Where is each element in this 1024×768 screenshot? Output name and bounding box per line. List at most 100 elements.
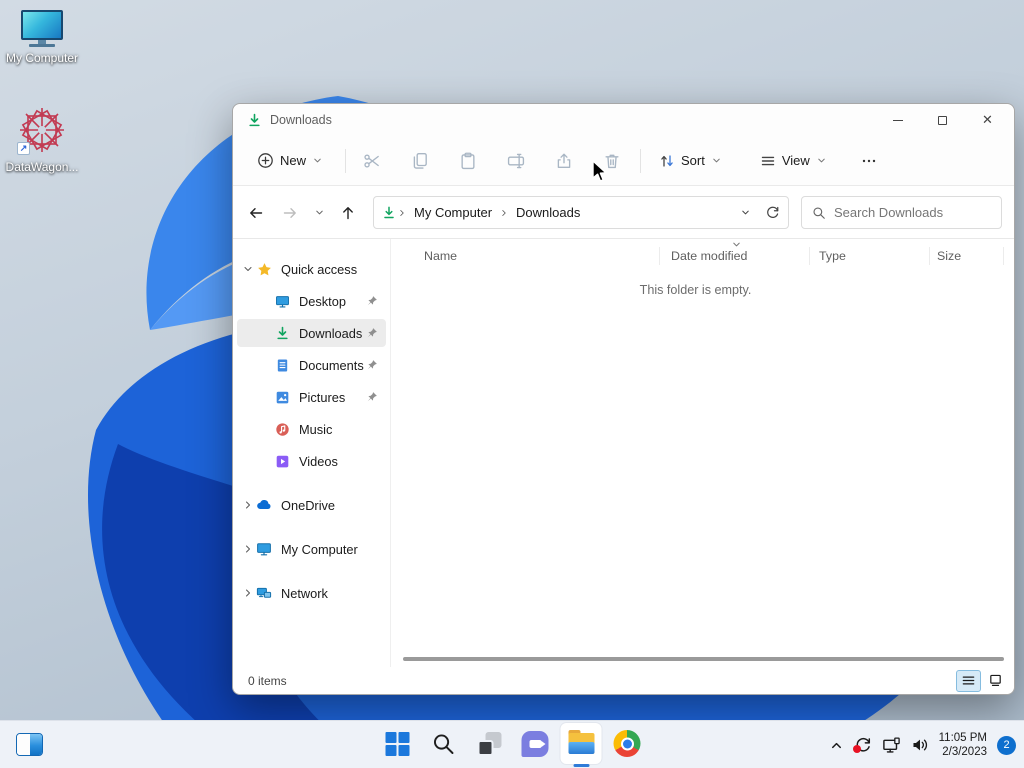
maximize-button[interactable] bbox=[920, 104, 965, 136]
taskbar: 11:05 PM 2/3/2023 2 bbox=[0, 720, 1024, 768]
rename-button[interactable] bbox=[496, 144, 536, 178]
pictures-icon bbox=[273, 390, 291, 405]
empty-folder-message: This folder is empty. bbox=[639, 283, 752, 297]
breadcrumb-my-computer[interactable]: My Computer bbox=[408, 205, 498, 220]
view-lines-icon bbox=[760, 153, 776, 169]
sidebar-item-quick-access[interactable]: Quick access bbox=[237, 255, 386, 283]
network-tray-icon[interactable] bbox=[882, 736, 901, 755]
file-explorer-button[interactable] bbox=[560, 723, 602, 767]
chat-button[interactable] bbox=[515, 723, 556, 764]
column-divider[interactable] bbox=[809, 247, 810, 265]
task-view-button[interactable] bbox=[469, 723, 510, 764]
notification-dot bbox=[852, 745, 861, 753]
document-icon bbox=[273, 358, 291, 373]
minimize-button[interactable] bbox=[875, 104, 920, 136]
search-box[interactable] bbox=[801, 196, 1002, 229]
update-sync-tray-icon[interactable] bbox=[852, 736, 872, 754]
chevron-right-icon bbox=[241, 499, 255, 511]
ellipsis-icon bbox=[861, 153, 877, 169]
task-view-icon bbox=[477, 731, 501, 756]
column-divider[interactable] bbox=[659, 247, 660, 265]
details-view-icon bbox=[961, 673, 976, 688]
sidebar-item-my-computer[interactable]: My Computer bbox=[237, 535, 386, 563]
navigation-pane: Quick access Desktop Downloads Documents bbox=[233, 239, 391, 667]
column-header-size[interactable]: Size bbox=[937, 249, 961, 263]
close-button[interactable]: ✕ bbox=[965, 104, 1010, 136]
command-bar: New Sort View bbox=[233, 136, 1014, 186]
sort-button-label: Sort bbox=[681, 153, 705, 168]
title-bar[interactable]: Downloads ✕ bbox=[233, 104, 1014, 136]
sidebar-item-videos[interactable]: Videos bbox=[237, 447, 386, 475]
chrome-button[interactable] bbox=[607, 723, 648, 764]
file-list-area[interactable]: Name Date modified Type Size This folder… bbox=[391, 239, 1014, 667]
desktop-icon-label: My Computer bbox=[5, 51, 79, 65]
refresh-icon[interactable] bbox=[765, 205, 780, 220]
sidebar-item-desktop[interactable]: Desktop bbox=[237, 287, 386, 315]
see-more-button[interactable] bbox=[851, 153, 887, 169]
address-dropdown-icon[interactable] bbox=[740, 207, 751, 218]
new-button[interactable]: New bbox=[247, 146, 333, 175]
address-bar[interactable]: My Computer Downloads bbox=[373, 196, 789, 229]
search-icon bbox=[812, 206, 826, 220]
navigation-bar: My Computer Downloads bbox=[233, 187, 1014, 239]
breadcrumb-downloads[interactable]: Downloads bbox=[510, 205, 586, 220]
sidebar-item-onedrive[interactable]: OneDrive bbox=[237, 491, 386, 519]
sidebar-item-network[interactable]: Network bbox=[237, 579, 386, 607]
chat-camera-icon bbox=[521, 730, 549, 757]
folder-icon bbox=[568, 730, 594, 754]
paste-icon bbox=[459, 152, 477, 170]
volume-tray-icon[interactable] bbox=[911, 736, 929, 754]
large-icons-view-button[interactable] bbox=[983, 670, 1008, 692]
paste-button[interactable] bbox=[448, 144, 488, 178]
details-view-button[interactable] bbox=[956, 669, 981, 692]
pin-icon bbox=[366, 295, 380, 307]
view-button-label: View bbox=[781, 153, 810, 168]
horizontal-scrollbar[interactable] bbox=[403, 657, 1004, 661]
desktop-icon-my-computer[interactable]: My Computer bbox=[4, 10, 80, 65]
download-icon bbox=[273, 326, 291, 341]
column-divider[interactable] bbox=[1003, 247, 1004, 265]
column-header-name[interactable]: Name bbox=[424, 249, 457, 263]
chrome-icon bbox=[613, 730, 641, 757]
column-headers: Name Date modified Type Size bbox=[391, 243, 1014, 269]
column-header-type[interactable]: Type bbox=[819, 249, 846, 263]
music-icon bbox=[273, 422, 291, 437]
windows-logo-icon bbox=[385, 731, 409, 756]
breadcrumb-chevron-icon bbox=[397, 208, 407, 218]
large-icons-view-icon bbox=[988, 673, 1003, 688]
up-button[interactable] bbox=[331, 197, 365, 229]
copy-icon bbox=[411, 152, 429, 170]
my-computer-icon bbox=[4, 10, 80, 47]
network-icon bbox=[255, 585, 273, 601]
share-button[interactable] bbox=[544, 144, 584, 178]
onedrive-cloud-icon bbox=[255, 497, 273, 513]
sidebar-item-pictures[interactable]: Pictures bbox=[237, 383, 386, 411]
desktop-icon bbox=[273, 294, 291, 309]
chevron-down-icon bbox=[816, 155, 827, 166]
column-header-date-modified[interactable]: Date modified bbox=[671, 249, 747, 263]
file-explorer-window: Downloads ✕ New Sort View My Computer Do… bbox=[232, 103, 1015, 695]
chevron-down-icon bbox=[241, 263, 255, 275]
clock[interactable]: 11:05 PM 2/3/2023 bbox=[939, 731, 987, 759]
widgets-button[interactable] bbox=[16, 733, 43, 756]
taskbar-search-button[interactable] bbox=[423, 723, 464, 764]
show-hidden-icons-button[interactable] bbox=[829, 738, 844, 753]
close-icon: ✕ bbox=[982, 112, 993, 127]
copy-button[interactable] bbox=[400, 144, 440, 178]
minimize-icon bbox=[892, 119, 903, 121]
search-input[interactable] bbox=[834, 205, 991, 220]
notification-count-badge[interactable]: 2 bbox=[997, 735, 1016, 755]
column-divider[interactable] bbox=[929, 247, 930, 265]
back-button[interactable] bbox=[239, 197, 273, 229]
cut-button[interactable] bbox=[352, 144, 392, 178]
start-button[interactable] bbox=[377, 723, 418, 764]
recent-locations-button[interactable] bbox=[307, 197, 331, 229]
sidebar-item-downloads[interactable]: Downloads bbox=[237, 319, 386, 347]
desktop-icon-datawagon[interactable]: ↗ DataWagon... bbox=[4, 104, 80, 174]
sort-button[interactable]: Sort bbox=[649, 147, 732, 175]
sidebar-item-music[interactable]: Music bbox=[237, 415, 386, 443]
view-button[interactable]: View bbox=[750, 147, 837, 175]
clock-date: 2/3/2023 bbox=[942, 746, 987, 758]
forward-button[interactable] bbox=[273, 197, 307, 229]
sidebar-item-documents[interactable]: Documents bbox=[237, 351, 386, 379]
